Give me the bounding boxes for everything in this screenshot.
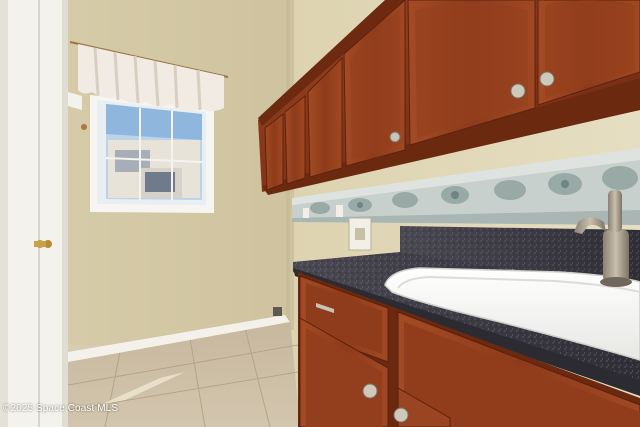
photo-canvas	[0, 0, 640, 427]
watermark: ©2025 Space Coast MLS	[3, 403, 119, 414]
window	[90, 95, 214, 213]
door	[0, 0, 68, 427]
wall-valve	[273, 307, 282, 316]
photo	[0, 0, 640, 427]
cabinet-knob	[389, 131, 401, 143]
light-switch	[303, 208, 309, 218]
cabinet-knob	[510, 83, 526, 99]
cabinet-knob	[539, 71, 555, 87]
wall-hook	[81, 124, 87, 130]
